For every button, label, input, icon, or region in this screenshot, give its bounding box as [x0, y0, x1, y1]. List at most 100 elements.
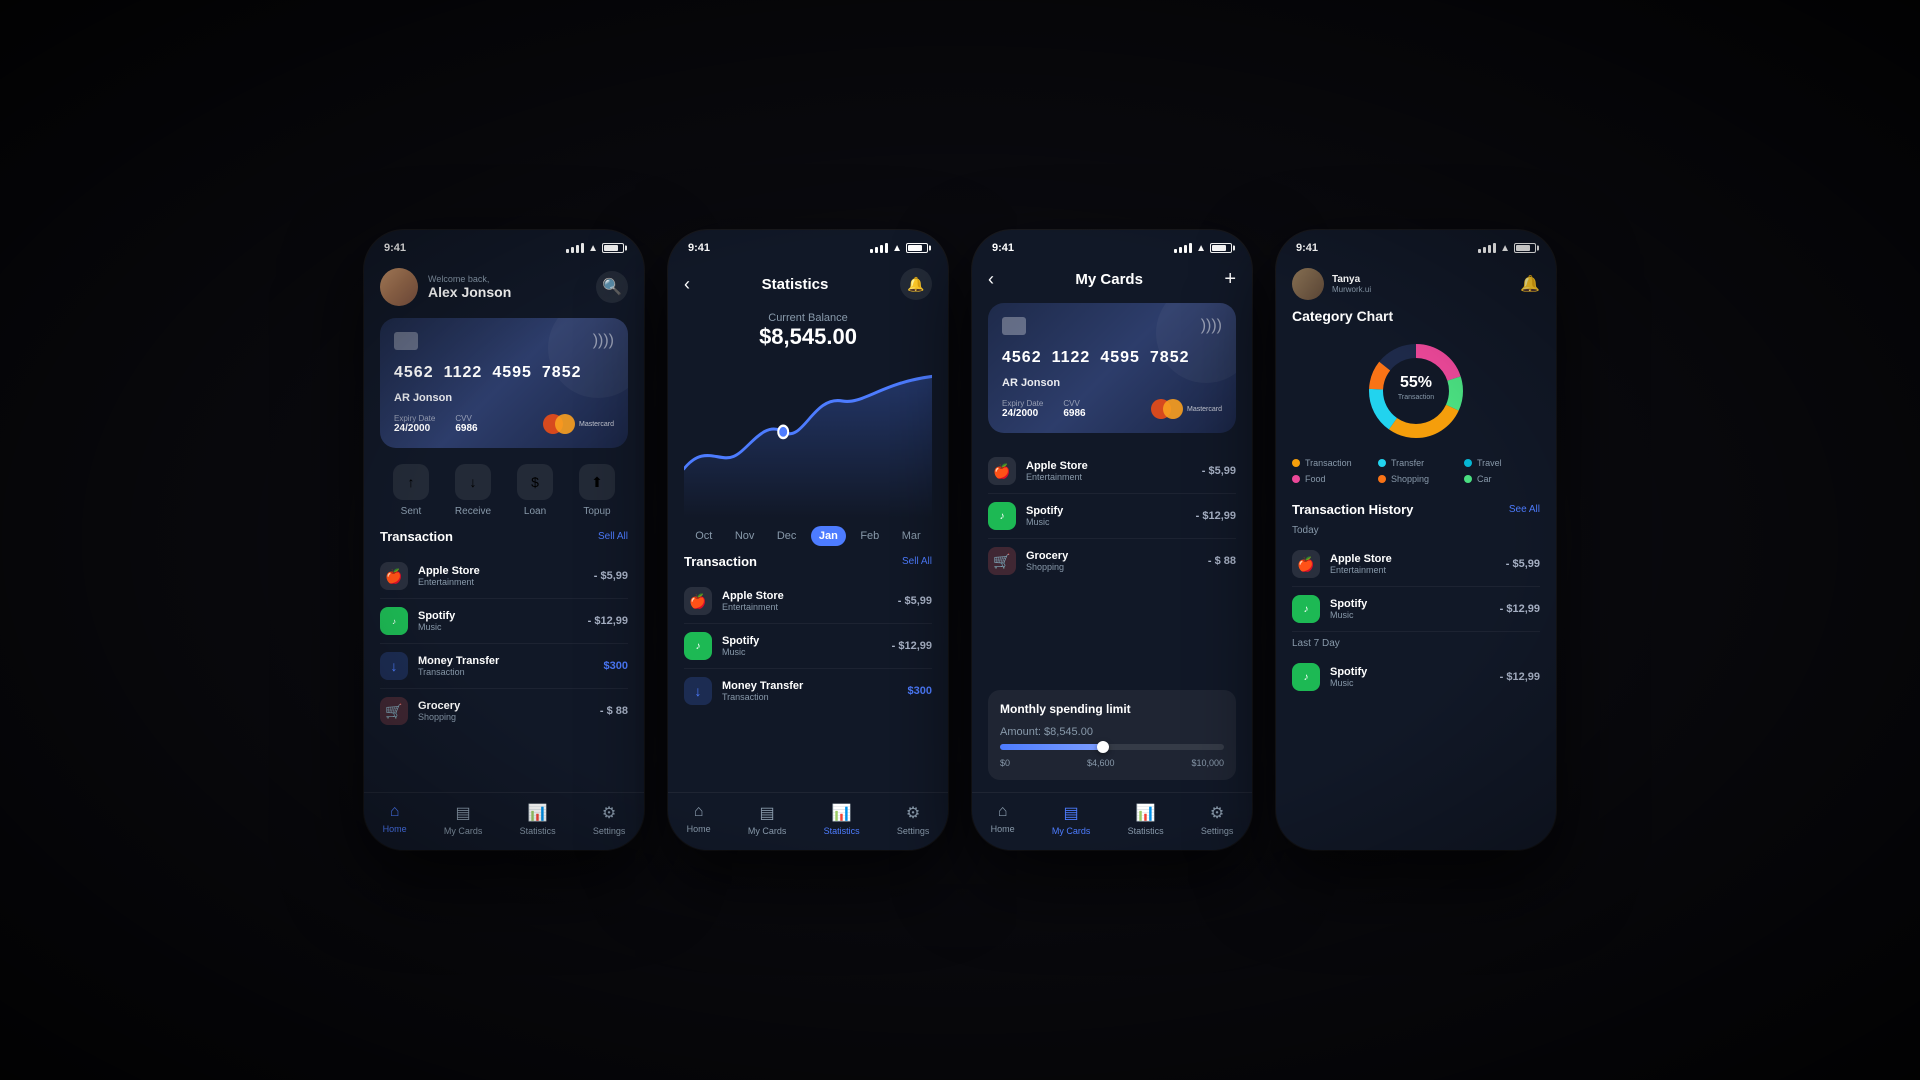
topup-button[interactable]: ⬆ Topup: [579, 464, 615, 517]
cards-tx-grocery: 🛒 Grocery Shopping - $ 88: [988, 539, 1236, 583]
loan-icon: $: [517, 464, 553, 500]
tx-item-spotify: ♪ Spotify Music - $12,99: [380, 599, 628, 644]
bank-card: )))) 4562 1122 4595 7852 AR Jonson Expir…: [380, 318, 628, 448]
phone1-content: Welcome back, Alex Jonson 🔍 )))) 4562: [364, 260, 644, 792]
tx-info-apple: Apple Store Entertainment: [418, 565, 584, 587]
hist-tx-apple: 🍎 Apple Store Entertainment - $5,99: [1292, 542, 1540, 587]
cards-nav-icon-3: ▤: [1064, 803, 1079, 823]
legend-dot-car: [1464, 475, 1472, 483]
legend-shopping: Shopping: [1378, 474, 1454, 484]
stats-tx-transfer: ↓ Money Transfer Transaction $300: [684, 669, 932, 713]
receive-button[interactable]: ↓ Receive: [455, 464, 491, 517]
nav-home[interactable]: ⌂ Home: [383, 803, 407, 836]
nav3-cards[interactable]: ▤ My Cards: [1052, 803, 1091, 836]
nav3-home[interactable]: ⌂ Home: [991, 803, 1015, 836]
stats-tx-spotify: ♪ Spotify Music - $12,99: [684, 624, 932, 669]
month-nov[interactable]: Nov: [727, 526, 763, 546]
nav3-stats[interactable]: 📊 Statistics: [1128, 803, 1164, 836]
legend-dot-shopping: [1378, 475, 1386, 483]
notification-button[interactable]: 🔔: [900, 268, 932, 300]
tx-sub: Entertainment: [418, 577, 584, 587]
nav3-settings[interactable]: ⚙ Settings: [1201, 803, 1234, 836]
settings-nav-icon-3: ⚙: [1210, 803, 1224, 823]
nav-cards[interactable]: ▤ My Cards: [444, 803, 483, 836]
card-num-4: 7852: [542, 364, 582, 382]
transaction-header: Transaction Sell All: [364, 529, 644, 554]
battery-icon-3: [1210, 243, 1232, 253]
battery-icon-2: [906, 243, 928, 253]
tx-item-apple: 🍎 Apple Store Entertainment - $5,99: [380, 554, 628, 599]
sent-button[interactable]: ↑ Sent: [393, 464, 429, 517]
cvv-field: CVV 6986: [455, 414, 477, 434]
phones-container: 9:41 ▲ Welcome back, Alex Jonson: [364, 230, 1556, 850]
nav2-home[interactable]: ⌂ Home: [687, 803, 711, 836]
history-header: Transaction History See All: [1292, 502, 1540, 517]
time-1: 9:41: [384, 242, 406, 254]
nav2-stats[interactable]: 📊 Statistics: [824, 803, 860, 836]
bank-card-3: )))) 4562 1122 4595 7852 AR Jonson Expir…: [988, 303, 1236, 433]
month-oct[interactable]: Oct: [687, 526, 720, 546]
nav-settings[interactable]: ⚙ Settings: [593, 803, 626, 836]
search-button[interactable]: 🔍: [596, 271, 628, 303]
back-button-3[interactable]: ‹: [988, 269, 994, 290]
legend-dot-travel: [1464, 459, 1472, 467]
sell-all-button[interactable]: Sell All: [598, 531, 628, 542]
bottom-nav-1: ⌂ Home ▤ My Cards 📊 Statistics ⚙ Setting…: [364, 792, 644, 850]
month-mar[interactable]: Mar: [894, 526, 929, 546]
stats-tx-apple: 🍎 Apple Store Entertainment - $5,99: [684, 579, 932, 624]
tx-info-grocery: Grocery Shopping: [418, 700, 590, 722]
apple-icon-2: 🍎: [684, 587, 712, 615]
legend: Transaction Transfer Travel Food: [1292, 458, 1540, 484]
notification-icon-4[interactable]: 🔔: [1520, 274, 1540, 294]
legend-transaction: Transaction: [1292, 458, 1368, 468]
month-feb[interactable]: Feb: [852, 526, 887, 546]
time-4: 9:41: [1296, 242, 1318, 254]
tx-info-spotify: Spotify Music: [418, 610, 578, 632]
legend-dot-food: [1292, 475, 1300, 483]
month-dec[interactable]: Dec: [769, 526, 805, 546]
grocery-icon: 🛒: [380, 697, 408, 725]
legend-label-travel: Travel: [1477, 458, 1502, 468]
nav2-cards[interactable]: ▤ My Cards: [748, 803, 787, 836]
month-tabs: Oct Nov Dec Jan Feb Mar: [668, 518, 948, 554]
legend-label-food: Food: [1305, 474, 1326, 484]
legend-label-transaction: Transaction: [1305, 458, 1352, 468]
nav-stats[interactable]: 📊 Statistics: [520, 803, 556, 836]
signal-icon-4: [1478, 243, 1496, 253]
topup-label: Topup: [583, 506, 610, 517]
spending-limit: Monthly spending limit Amount: $8,545.00…: [988, 690, 1236, 780]
card-bottom: Expiry Date 24/2000 CVV 6986 Mastercard: [394, 414, 614, 434]
nav-stats-label: Statistics: [520, 826, 556, 836]
settings-nav-icon: ⚙: [602, 803, 616, 823]
legend-label-car: Car: [1477, 474, 1492, 484]
signal-icon-2: [870, 243, 888, 253]
balance-amount: $8,545.00: [684, 324, 932, 350]
nav2-settings[interactable]: ⚙ Settings: [897, 803, 930, 836]
today-label: Today: [1292, 525, 1540, 536]
balance-label: Current Balance: [684, 312, 932, 324]
loan-button[interactable]: $ Loan: [517, 464, 553, 517]
see-all-button[interactable]: See All: [1509, 504, 1540, 515]
home-nav-icon: ⌂: [390, 803, 400, 821]
wifi-icon-2: ▲: [892, 243, 902, 254]
stats-tx-title: Transaction: [684, 554, 757, 569]
stats-sell-all[interactable]: Sell All: [902, 556, 932, 567]
card-num-2: 1122: [444, 364, 483, 382]
spotify-icon-2: ♪: [684, 632, 712, 660]
phone4-content: Tanya Murwork.ui 🔔 Category Chart: [1276, 260, 1556, 850]
add-card-button[interactable]: +: [1224, 268, 1236, 291]
nav-home-label: Home: [383, 824, 407, 834]
legend-label-shopping: Shopping: [1391, 474, 1429, 484]
back-button[interactable]: ‹: [684, 274, 690, 295]
card-number: 4562 1122 4595 7852: [394, 364, 614, 382]
lastweek-label: Last 7 Day: [1292, 638, 1540, 649]
wifi-icon: ▲: [588, 243, 598, 254]
bottom-nav-2: ⌂ Home ▤ My Cards 📊 Statistics ⚙ Setting…: [668, 792, 948, 850]
cards-tx-list: 🍎 Apple Store Entertainment - $5,99 ♪ Sp…: [972, 449, 1252, 690]
month-jan[interactable]: Jan: [811, 526, 846, 546]
chip-icon-3: [1002, 317, 1026, 335]
transfer-icon-2: ↓: [684, 677, 712, 705]
stats-nav-icon-2: 📊: [832, 803, 852, 823]
nav-settings-label: Settings: [593, 826, 626, 836]
progress-labels: $0 $4,600 $10,000: [1000, 758, 1224, 768]
